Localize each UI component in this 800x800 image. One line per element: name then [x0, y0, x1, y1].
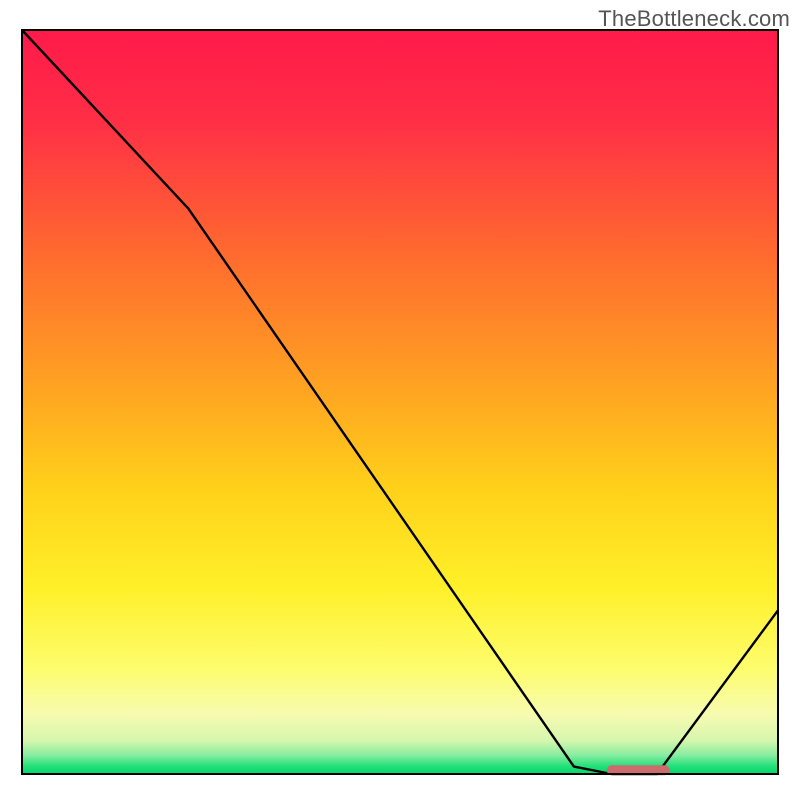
chart-container: TheBottleneck.com [0, 0, 800, 800]
watermark-text: TheBottleneck.com [598, 6, 790, 32]
bottleneck-chart [0, 0, 800, 800]
plot-background [22, 30, 778, 774]
